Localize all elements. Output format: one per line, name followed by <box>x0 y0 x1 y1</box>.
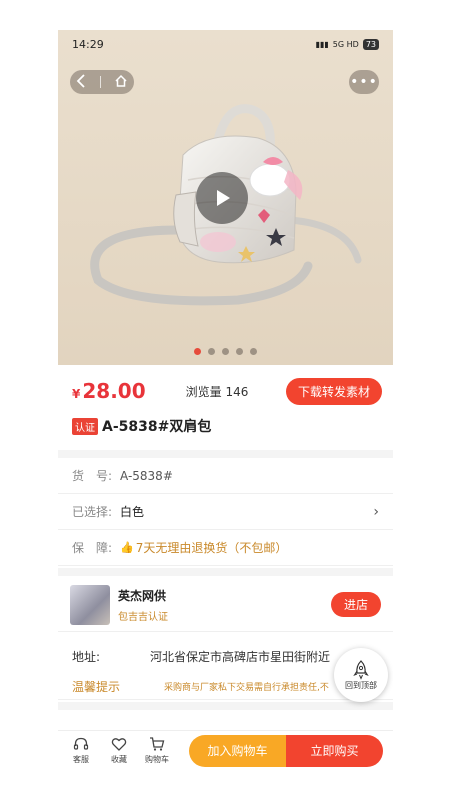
view-count: 浏览量 146 <box>185 384 249 399</box>
bottom-action-bar: 客服 收藏 购物车 加入购物车 立即购买 <box>58 730 393 770</box>
favorite-button[interactable]: 收藏 <box>100 736 138 765</box>
currency-symbol: ¥ <box>72 387 81 401</box>
buy-now-button[interactable]: 立即购买 <box>286 734 383 767</box>
nav-separator <box>100 76 102 88</box>
sku-row: 货 号: A-5838# <box>58 458 393 494</box>
play-icon <box>217 190 230 206</box>
status-indicators: ▮▮▮ 5G HD 73 <box>315 38 379 50</box>
shop-certification: 包吉吉认证 <box>118 611 168 623</box>
battery-icon: 73 <box>362 38 379 50</box>
app-screen: 14:29 ▮▮▮ 5G HD 73 ••• ¥ 28.00 浏览量 146 下… <box>58 30 393 770</box>
play-video-button[interactable] <box>196 172 248 224</box>
heart-icon <box>111 738 127 751</box>
shop-row[interactable]: 英杰网供 包吉吉认证 进店 <box>58 578 393 632</box>
thumbs-up-icon: 👍 <box>120 541 134 554</box>
status-time: 14:29 <box>72 37 104 51</box>
signal-icon: ▮▮▮ <box>315 39 329 49</box>
gallery-dot[interactable] <box>250 348 257 355</box>
guarantee-value: 7天无理由退换货（不包邮） <box>135 541 288 555</box>
product-price: ¥ 28.00 <box>72 379 146 403</box>
selected-label: 已选择: <box>72 505 113 519</box>
more-icon[interactable]: ••• <box>349 70 379 94</box>
product-title: A-5838#双肩包 <box>102 419 212 435</box>
back-to-top-button[interactable]: 回到顶部 <box>334 648 388 702</box>
address-label: 地址: <box>72 649 101 664</box>
product-image-gallery[interactable]: 14:29 ▮▮▮ 5G HD 73 ••• <box>58 30 393 365</box>
gallery-dot[interactable] <box>236 348 243 355</box>
shop-info: 英杰网供 包吉吉认证 <box>118 587 168 623</box>
address-value: 河北省保定市高碑店市星田街附近 <box>150 649 331 664</box>
customer-service-button[interactable]: 客服 <box>62 736 100 765</box>
shop-name: 英杰网供 <box>118 588 167 603</box>
cart-label: 购物车 <box>145 755 169 764</box>
download-materials-button[interactable]: 下载转发素材 <box>285 377 382 405</box>
add-to-cart-button[interactable]: 加入购物车 <box>189 734 286 767</box>
certified-badge: 认证 <box>72 417 98 435</box>
enter-shop-button[interactable]: 进店 <box>330 592 381 617</box>
gallery-dot[interactable] <box>222 348 229 355</box>
gallery-dot[interactable] <box>194 348 201 355</box>
nav-pill <box>70 70 134 94</box>
notice-label: 温馨提示 <box>72 680 121 694</box>
selected-value: 白色 <box>120 505 145 519</box>
notice-value: 采购商与厂家私下交易需自行承担责任,不 <box>164 683 329 693</box>
section-divider <box>58 568 393 576</box>
chevron-right-icon: › <box>373 503 379 520</box>
home-icon[interactable] <box>114 73 128 92</box>
shop-avatar <box>70 584 110 625</box>
back-to-top-label: 回到顶部 <box>345 680 377 690</box>
purchase-buttons: 加入购物车 立即购买 <box>189 734 383 767</box>
product-title-row: 认证 A-5838#双肩包 <box>72 416 211 436</box>
section-divider <box>58 702 393 710</box>
price-value: 28.00 <box>82 379 146 403</box>
variant-selector-row[interactable]: 已选择: 白色 › <box>58 494 393 530</box>
section-divider <box>58 450 393 458</box>
headset-icon <box>73 737 89 750</box>
guarantee-row: 保 障: 👍 7天无理由退换货（不包邮） <box>58 530 393 566</box>
cart-icon <box>150 737 165 751</box>
sku-label: 货 号: <box>72 469 113 483</box>
status-bar: 14:29 ▮▮▮ 5G HD 73 <box>58 30 393 58</box>
guarantee-label: 保 障: <box>72 541 113 555</box>
rocket-icon <box>353 659 369 680</box>
gallery-pagination <box>58 348 393 355</box>
favorite-label: 收藏 <box>111 755 127 764</box>
cart-button[interactable]: 购物车 <box>138 736 176 765</box>
price-row: ¥ 28.00 浏览量 146 下载转发素材 <box>72 376 382 406</box>
sku-value: A-5838# <box>120 468 173 483</box>
customer-service-label: 客服 <box>73 755 89 764</box>
gallery-dot[interactable] <box>208 348 215 355</box>
back-icon[interactable] <box>76 73 88 92</box>
network-label: 5G HD <box>332 39 359 49</box>
